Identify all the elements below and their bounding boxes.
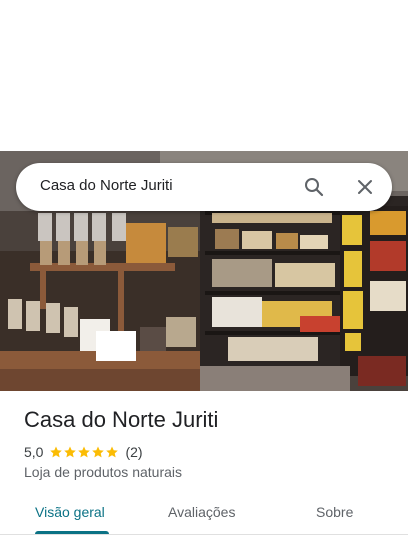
star-icon bbox=[92, 446, 105, 458]
star-icon bbox=[106, 446, 119, 458]
tab-overview[interactable]: Visão geral bbox=[35, 504, 105, 520]
tab-divider bbox=[0, 534, 408, 535]
search-bar[interactable]: Casa do Norte Juriti bbox=[16, 163, 392, 211]
rating-row[interactable]: 5,0 (2) bbox=[24, 443, 143, 461]
tab-reviews[interactable]: Avaliações bbox=[168, 504, 235, 520]
place-category: Loja de produtos naturais bbox=[24, 464, 182, 480]
search-query[interactable]: Casa do Norte Juriti bbox=[40, 177, 173, 194]
star-rating bbox=[49, 445, 119, 459]
rating-value: 5,0 bbox=[24, 444, 44, 460]
tab-about[interactable]: Sobre bbox=[316, 504, 353, 520]
star-icon bbox=[64, 446, 77, 458]
close-icon[interactable] bbox=[353, 175, 377, 199]
star-icon bbox=[50, 446, 63, 458]
place-tabs: Visão geral Avaliações Sobre bbox=[0, 492, 408, 534]
map-empty-area bbox=[0, 0, 408, 151]
place-title: Casa do Norte Juriti bbox=[24, 407, 219, 432]
review-count[interactable]: (2) bbox=[125, 444, 142, 460]
star-icon bbox=[78, 446, 91, 458]
search-icon[interactable] bbox=[302, 175, 326, 199]
